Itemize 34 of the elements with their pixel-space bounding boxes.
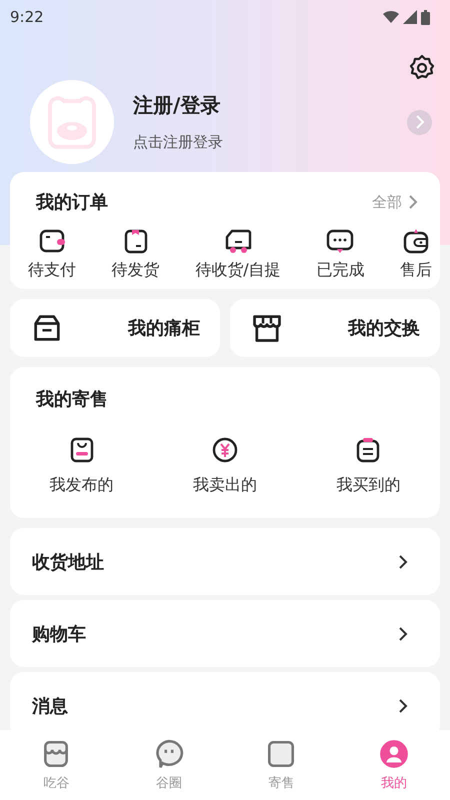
consign-label[interactable]: 我卖出的 bbox=[192, 475, 257, 496]
menu-row[interactable]: 收货地址 bbox=[10, 528, 440, 595]
menu-row-label: 收货地址 bbox=[32, 550, 104, 574]
section-title: 我的寄售 bbox=[36, 388, 108, 411]
shortcut-card[interactable]: 我的痛柜 bbox=[10, 299, 220, 357]
chevron-button[interactable] bbox=[407, 110, 432, 134]
menu-row[interactable]: 购物车 bbox=[10, 600, 440, 667]
tab-icon bbox=[378, 738, 410, 770]
consign-label[interactable]: 我买到的 bbox=[336, 475, 400, 496]
chevron-icon bbox=[398, 698, 408, 712]
shortcut-label: 我的痛柜 bbox=[128, 317, 200, 340]
menu-row-label: 消息 bbox=[32, 694, 68, 718]
login-hint: 点击注册登录 bbox=[133, 133, 224, 152]
shortcut-card[interactable]: 我的交换 bbox=[230, 299, 440, 357]
menu-row[interactable]: 消息 bbox=[10, 672, 440, 730]
order-status-label[interactable]: 待发货 bbox=[112, 260, 160, 281]
wifi-icon bbox=[383, 10, 399, 24]
chevron-icon bbox=[414, 115, 424, 129]
chevron-icon bbox=[408, 195, 418, 209]
login-title[interactable]: 注册/登录 bbox=[133, 92, 407, 119]
chevron-icon bbox=[398, 626, 408, 640]
signal-icon bbox=[403, 10, 417, 24]
battery-icon bbox=[421, 10, 430, 24]
menu-row-label: 购物车 bbox=[32, 622, 86, 646]
settings-icon[interactable] bbox=[408, 54, 436, 82]
status-time: 9:22 bbox=[10, 8, 44, 26]
order-status-label[interactable]: 已完成 bbox=[316, 260, 364, 281]
order-status-label[interactable]: 售后 bbox=[400, 260, 432, 281]
order-status-label[interactable]: 待收货/自提 bbox=[195, 260, 281, 281]
order-status-label[interactable]: 待支付 bbox=[28, 260, 76, 281]
section-title: 我的订单 bbox=[36, 191, 108, 214]
consign-label[interactable]: 我发布的 bbox=[50, 475, 114, 496]
shortcut-label: 我的交换 bbox=[348, 317, 420, 340]
chevron-icon bbox=[398, 554, 408, 568]
